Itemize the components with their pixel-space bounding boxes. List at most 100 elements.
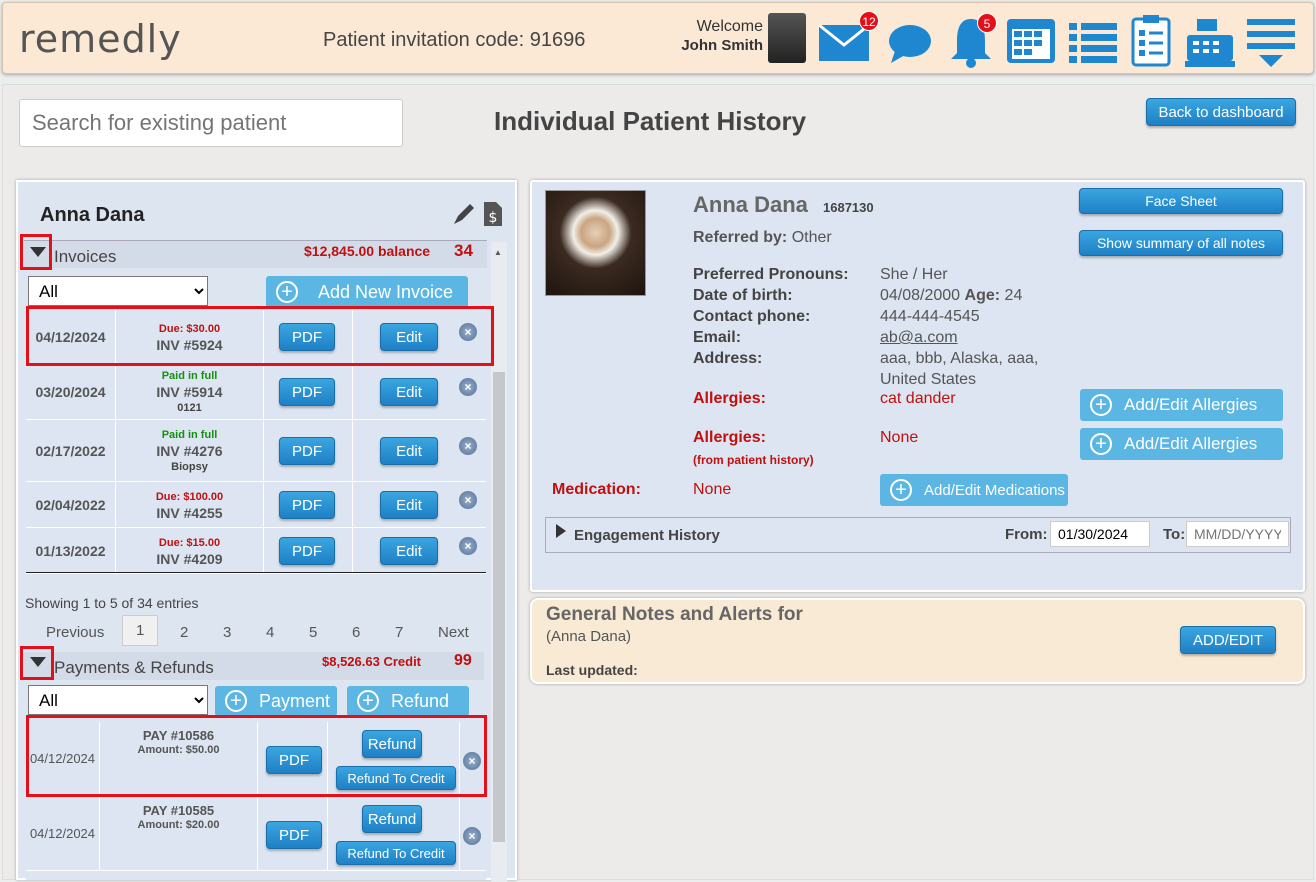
partial-row (26, 872, 486, 880)
divider (26, 572, 486, 573)
payment-date: 04/12/2024 (26, 797, 100, 870)
add-refund-button[interactable]: + Refund (347, 686, 469, 716)
list-icon[interactable] (1067, 13, 1119, 65)
invoices-count: 34 (454, 241, 473, 260)
patient-search-input[interactable] (19, 99, 403, 147)
page-button[interactable]: 7 (395, 624, 403, 641)
delete-icon[interactable]: × (459, 378, 477, 396)
page-button[interactable]: 4 (266, 624, 274, 641)
payments-label: Payments & Refunds (54, 658, 214, 677)
invoice-number[interactable]: INV #4276 (156, 443, 222, 459)
invoice-edit-button[interactable]: Edit (380, 537, 438, 565)
back-to-dashboard-button[interactable]: Back to dashboard (1146, 98, 1296, 126)
notes-subtitle: (Anna Dana) (546, 628, 632, 645)
plus-icon: + (357, 690, 379, 712)
invoice-number[interactable]: INV #4255 (156, 505, 222, 521)
payment-number[interactable]: PAY #10585 (100, 803, 257, 818)
pencil-icon[interactable] (452, 202, 476, 231)
referred-value: Other (791, 229, 832, 246)
plus-icon: + (276, 281, 298, 303)
highlight-invoice-row (26, 306, 494, 366)
invoice-pdf-button[interactable]: PDF (279, 437, 335, 465)
menu-icon[interactable] (1245, 13, 1297, 67)
page-button[interactable]: 6 (352, 624, 360, 641)
refund-to-credit-button[interactable]: Refund To Credit (336, 841, 456, 865)
add-medications-label: Add/Edit Medications (924, 481, 1065, 499)
invoice-edit-button[interactable]: Edit (380, 491, 438, 519)
checklist-icon[interactable] (1127, 13, 1179, 67)
invoice-number[interactable]: INV #4209 (156, 551, 222, 567)
medication-label: Medication: (552, 481, 641, 498)
add-allergies-label-2: Add/Edit Allergies (1124, 434, 1258, 453)
add-edit-medications-button[interactable]: + Add/Edit Medications (880, 474, 1068, 506)
invoice-edit-button[interactable]: Edit (380, 378, 438, 406)
to-date-input[interactable] (1186, 521, 1289, 547)
invoice-date: 02/04/2022 (26, 482, 116, 527)
from-date-input[interactable] (1050, 521, 1150, 547)
delete-icon[interactable]: × (459, 491, 477, 509)
invoice-row: 02/17/2022 Paid in full INV #4276 Biopsy… (26, 420, 486, 482)
add-edit-notes-button[interactable]: ADD/EDIT (1180, 626, 1276, 654)
mail-icon[interactable]: 12 (817, 11, 879, 65)
chat-icon[interactable] (885, 13, 937, 65)
allergies-label: Allergies: (693, 390, 766, 407)
logo[interactable]: remedly (19, 17, 182, 61)
payment-pdf-button[interactable]: PDF (266, 821, 322, 849)
invoice-number[interactable]: INV #5914 (156, 384, 222, 400)
invoice-edit-button[interactable]: Edit (380, 437, 438, 465)
add-new-invoice-label: Add New Invoice (318, 281, 454, 302)
payment-label: Payment (259, 690, 331, 711)
page-button[interactable]: 1 (122, 615, 159, 646)
summary-notes-button[interactable]: Show summary of all notes (1079, 230, 1283, 256)
page-title: Individual Patient History (494, 106, 807, 136)
user-name: John Smith (681, 37, 763, 54)
invoice-row: 03/20/2024 Paid in full INV #5914 0121 P… (26, 364, 486, 420)
payments-count: 99 (454, 652, 472, 669)
bell-icon[interactable]: 5 (945, 13, 997, 68)
invoice-date: 03/20/2024 (26, 364, 116, 419)
add-new-invoice-button[interactable]: + Add New Invoice (266, 276, 468, 308)
plus-icon: + (1090, 433, 1112, 455)
invoice-date: 01/13/2022 (26, 528, 116, 573)
svg-text:$: $ (489, 210, 498, 226)
add-allergies-label: Add/Edit Allergies (1124, 395, 1258, 414)
invoice-pdf-button[interactable]: PDF (279, 378, 335, 406)
user-avatar[interactable] (768, 13, 806, 63)
delete-icon[interactable]: × (459, 537, 477, 555)
add-edit-allergies-history-button[interactable]: + Add/Edit Allergies (1080, 428, 1283, 460)
bell-badge: 5 (977, 13, 997, 33)
refund-button[interactable]: Refund (362, 805, 422, 833)
engagement-history-label[interactable]: Engagement History (574, 527, 720, 544)
payment-filter-select[interactable]: All (28, 685, 208, 715)
calendar-icon[interactable] (1005, 13, 1057, 65)
referred-label: Referred by: (693, 229, 788, 246)
address-line2: United States (880, 371, 977, 388)
page-button[interactable]: 3 (223, 624, 231, 641)
previous-page-button[interactable]: Previous (46, 624, 104, 641)
invoice-status: Due: $100.00 (155, 490, 224, 503)
page-button[interactable]: 2 (180, 624, 188, 641)
dob-value: 04/08/2000 (880, 287, 961, 304)
email-link[interactable]: ab@a.com (880, 327, 1038, 348)
delete-icon[interactable]: × (459, 437, 477, 455)
highlight-payments-arrow (20, 646, 54, 680)
add-edit-allergies-button[interactable]: + Add/Edit Allergies (1080, 389, 1283, 421)
delete-icon[interactable]: × (463, 827, 481, 845)
invoices-label: Invoices (54, 247, 117, 266)
invoice-filter-select[interactable]: All (28, 276, 208, 306)
add-payment-button[interactable]: + Payment (215, 686, 337, 716)
invoice-row: 02/04/2022 Due: $100.00 INV #4255 PDF Ed… (26, 482, 486, 528)
email-label: Email: (693, 329, 742, 346)
invoice-pdf-button[interactable]: PDF (279, 537, 335, 565)
face-sheet-button[interactable]: Face Sheet (1079, 188, 1283, 214)
next-page-button[interactable]: Next (438, 624, 469, 641)
allergies-history-label: Allergies: (693, 429, 766, 446)
address-line1: aaa, bbb, Alaska, aaa, (880, 350, 1039, 367)
expand-arrow-icon[interactable] (556, 524, 566, 543)
cash-register-icon[interactable] (1183, 13, 1235, 67)
billing-doc-icon[interactable]: $ (482, 200, 504, 233)
welcome-block: Welcome John Smith (663, 17, 763, 55)
profile-id: 1687130 (823, 200, 874, 215)
invoice-pdf-button[interactable]: PDF (279, 491, 335, 519)
page-button[interactable]: 5 (309, 624, 317, 641)
